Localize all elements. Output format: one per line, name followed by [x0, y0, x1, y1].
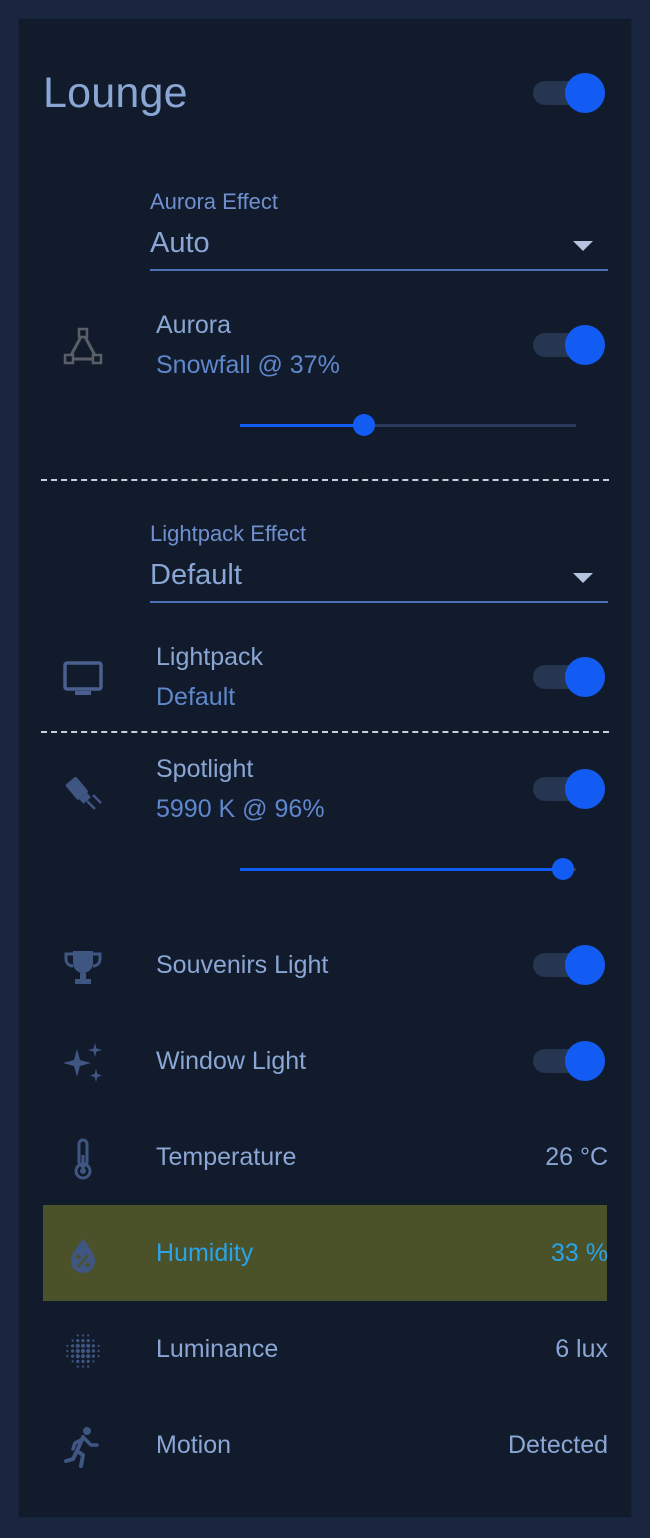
- humidity-row-highlight[interactable]: [43, 1205, 607, 1301]
- brightness-dots-icon: [61, 1329, 105, 1373]
- temperature-value: 26 °C: [545, 1143, 608, 1171]
- luminance-name[interactable]: Luminance: [156, 1335, 278, 1364]
- room-card: Lounge Aurora Effect Auto Aurora Snowfal…: [18, 18, 632, 1518]
- section-divider: [41, 479, 609, 481]
- window-light-toggle[interactable]: [533, 1041, 607, 1081]
- spotlight-toggle[interactable]: [533, 769, 607, 809]
- trophy-icon: [61, 945, 105, 989]
- aurora-toggle[interactable]: [533, 325, 607, 365]
- monitor-icon: [61, 657, 105, 701]
- aurora-brightness-slider[interactable]: [240, 414, 576, 436]
- aurora-effect-label: Aurora Effect: [150, 189, 278, 214]
- aurora-effect-underline: [150, 269, 608, 271]
- triangle-nodes-icon: [61, 324, 105, 368]
- lightpack-effect-value: Default: [150, 559, 242, 591]
- spotlight-icon: [61, 769, 105, 813]
- card-title: Lounge: [43, 69, 188, 117]
- spotlight-name[interactable]: Spotlight: [156, 755, 253, 784]
- room-master-toggle[interactable]: [533, 73, 607, 113]
- souvenirs-light-toggle[interactable]: [533, 945, 607, 985]
- walking-person-icon: [61, 1425, 105, 1469]
- lightpack-effect-label: Lightpack Effect: [150, 521, 307, 546]
- chevron-down-icon: [573, 241, 593, 251]
- spotlight-brightness-slider[interactable]: [240, 858, 576, 880]
- lightpack-effect-select[interactable]: Lightpack Effect Default: [150, 521, 608, 605]
- lightpack-toggle[interactable]: [533, 657, 607, 697]
- lightpack-name[interactable]: Lightpack: [156, 643, 263, 672]
- window-light-name[interactable]: Window Light: [156, 1047, 306, 1076]
- lightpack-status: Default: [156, 683, 236, 711]
- slider-thumb[interactable]: [353, 414, 376, 436]
- sparkles-icon: [61, 1041, 105, 1085]
- humidity-value: 33 %: [551, 1239, 608, 1267]
- aurora-name[interactable]: Aurora: [156, 311, 231, 340]
- water-percent-icon: [61, 1233, 105, 1277]
- souvenirs-light-name[interactable]: Souvenirs Light: [156, 951, 328, 980]
- slider-thumb[interactable]: [551, 858, 574, 880]
- aurora-effect-select[interactable]: Aurora Effect Auto: [150, 189, 608, 273]
- aurora-effect-value: Auto: [150, 227, 210, 259]
- humidity-name[interactable]: Humidity: [156, 1239, 253, 1268]
- lightpack-effect-underline: [150, 601, 608, 603]
- spotlight-status: 5990 K @ 96%: [156, 795, 325, 823]
- aurora-status: Snowfall @ 37%: [156, 351, 340, 379]
- chevron-down-icon: [573, 573, 593, 583]
- motion-value: Detected: [507, 1431, 608, 1459]
- section-divider: [41, 731, 609, 733]
- thermometer-icon: [61, 1137, 105, 1181]
- motion-name[interactable]: Motion: [156, 1431, 231, 1460]
- luminance-value: 6 lux: [555, 1335, 608, 1363]
- temperature-name[interactable]: Temperature: [156, 1143, 296, 1172]
